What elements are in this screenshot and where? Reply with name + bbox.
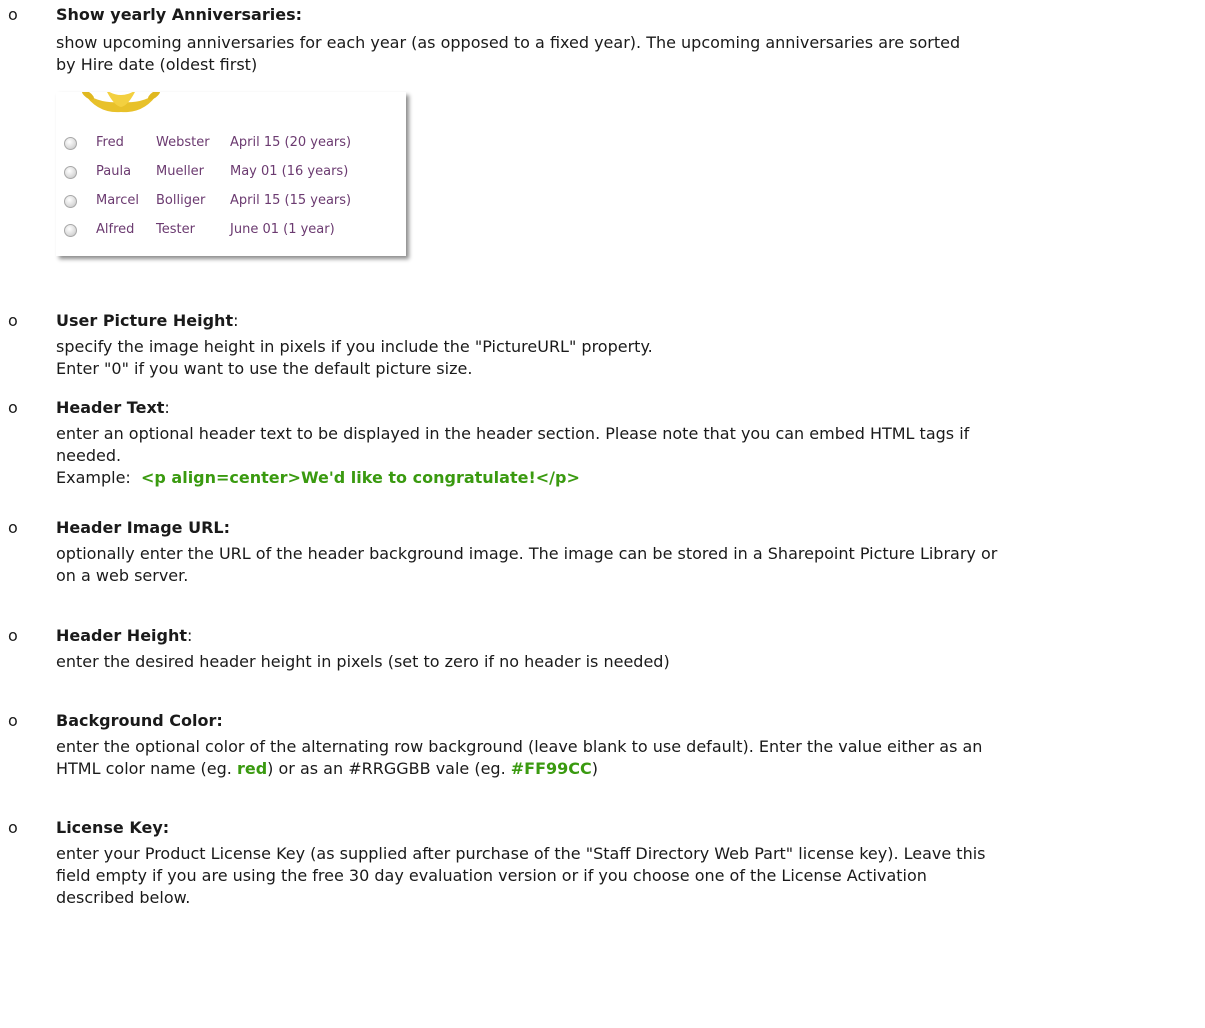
example-line: Example: <p align=center>We'd like to co… [56,467,580,489]
option-title: Show yearly Anniversaries: [56,5,302,24]
anniversary-date: May 01 (16 years) [230,164,349,179]
option-title: Header Text: [56,398,170,417]
anniversary-date: April 15 (15 years) [230,193,352,208]
bullet-icon: o [8,311,18,330]
description-line: on a web server. [56,566,189,585]
radio-button[interactable] [64,137,77,150]
example-color-hex: #FF99CC [510,759,592,778]
description-line: enter an optional header text to be disp… [56,424,970,443]
option-title: Header Height: [56,626,193,645]
first-name: Alfred [96,222,135,237]
anniversary-widget-preview: Fred Webster April 15 (20 years) Paula M… [56,92,406,256]
last-name: Mueller [156,164,205,179]
list-item[interactable]: Marcel Bolliger April 15 (15 years) [62,190,402,212]
list-item[interactable]: Fred Webster April 15 (20 years) [62,132,402,154]
radio-button[interactable] [64,166,77,179]
example-label: Example: [56,468,131,487]
bullet-icon: o [8,711,18,730]
last-name: Webster [156,135,210,150]
description-line: enter the desired header height in pixel… [56,652,670,671]
bullet-icon: o [8,818,18,837]
option-title: License Key: [56,818,170,837]
description-line: optionally enter the URL of the header b… [56,544,998,563]
anniversary-date: June 01 (1 year) [230,222,335,237]
description-line: HTML color name (eg. red) or as an #RRGG… [56,759,599,778]
first-name: Paula [96,164,132,179]
bullet-icon: o [8,5,18,24]
description-line: needed. [56,446,122,465]
laurel-wreath-icon [82,92,160,113]
option-title: Header Image URL: [56,518,231,537]
bullet-icon: o [8,626,18,645]
list-item[interactable]: Alfred Tester June 01 (1 year) [62,219,402,241]
description-line: described below. [56,888,191,907]
last-name: Tester [156,222,195,237]
first-name: Fred [96,135,124,150]
description-line: enter the optional color of the alternat… [56,737,983,756]
example-color-name: red [236,759,268,778]
radio-button[interactable] [64,224,77,237]
radio-button[interactable] [64,195,77,208]
anniversary-date: April 15 (20 years) [230,135,352,150]
description-line: specify the image height in pixels if yo… [56,337,653,356]
description-line: Enter "0" if you want to use the default… [56,359,473,378]
description-line: enter your Product License Key (as suppl… [56,844,986,863]
last-name: Bolliger [156,193,206,208]
description-line: show upcoming anniversaries for each yea… [56,33,961,52]
option-title: Background Color: [56,711,223,730]
example-code: <p align=center>We'd like to congratulat… [140,468,580,487]
description-line: by Hire date (oldest first) [56,55,258,74]
description-line: field empty if you are using the free 30… [56,866,927,885]
option-title: User Picture Height: [56,311,239,330]
first-name: Marcel [96,193,139,208]
bullet-icon: o [8,518,18,537]
bullet-icon: o [8,398,18,417]
list-item[interactable]: Paula Mueller May 01 (16 years) [62,161,402,183]
